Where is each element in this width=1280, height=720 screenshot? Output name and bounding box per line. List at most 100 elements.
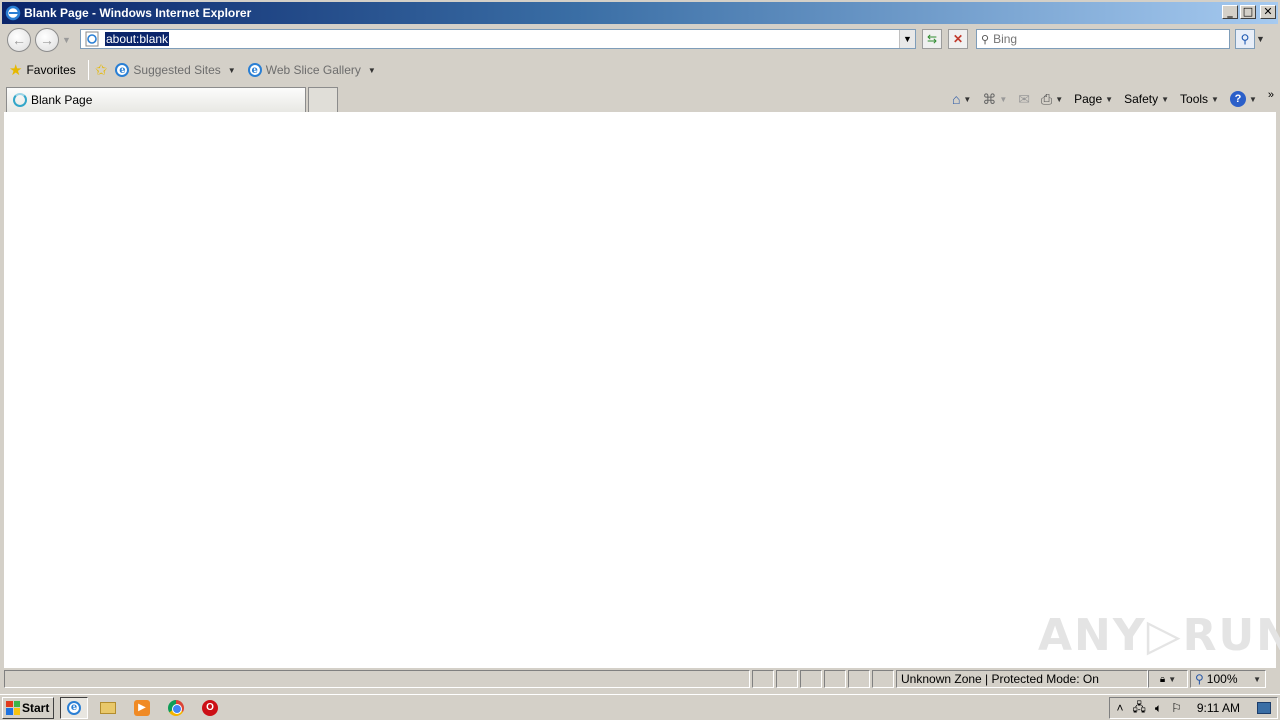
status-panel xyxy=(752,670,774,688)
chevron-down-icon: ▼ xyxy=(1248,94,1257,104)
chevron-down-icon: ▼ xyxy=(1161,94,1170,104)
status-panel xyxy=(776,670,798,688)
tab-row: Blank Page ⌂ ▼ ⌘ ▼ ✉ ⎙ ▼ Page ▼ Safety ▼… xyxy=(0,86,1280,112)
page-icon xyxy=(85,31,99,47)
suggested-sites-link[interactable]: e Suggested Sites ▼ xyxy=(115,63,236,77)
refresh-icon: ⇆ xyxy=(926,32,938,46)
chevron-down-icon: ▼ xyxy=(999,94,1008,104)
internet-explorer-icon: e xyxy=(67,700,81,715)
status-text-panel xyxy=(4,670,750,688)
stop-icon: ✕ xyxy=(952,32,964,46)
start-button[interactable]: Start xyxy=(2,696,54,719)
loading-spinner-icon xyxy=(13,93,27,107)
add-to-favorites-bar-button[interactable]: ✩ xyxy=(95,61,108,79)
status-panel xyxy=(824,670,846,688)
toolbar-separator xyxy=(87,60,89,80)
chrome-icon xyxy=(168,699,184,716)
page-menu-label: Page xyxy=(1074,92,1103,106)
stop-button[interactable]: ✕ xyxy=(948,29,968,49)
address-dropdown[interactable]: ▼ xyxy=(899,30,915,48)
chevron-down-icon: ▼ xyxy=(1253,674,1261,684)
favorites-label: Favorites xyxy=(26,63,76,77)
new-tab-button[interactable] xyxy=(308,87,338,112)
protected-mode-button[interactable]: 🔒︎ ▼ xyxy=(1148,670,1188,688)
search-input[interactable] xyxy=(993,32,1214,46)
media-player-icon: ▶ xyxy=(134,699,150,716)
clock[interactable]: 9:11 AM xyxy=(1197,701,1240,715)
chevron-down-icon: ▼ xyxy=(1168,674,1177,684)
search-box[interactable]: ⚲ xyxy=(976,29,1230,49)
maximize-button[interactable]: □ xyxy=(1240,5,1256,19)
ie-logo-icon xyxy=(5,5,21,21)
show-desktop-icon[interactable] xyxy=(1257,702,1271,714)
taskbar-media-player[interactable]: ▶ xyxy=(128,697,156,719)
back-arrow-icon: ← xyxy=(12,32,26,48)
zoom-magnifier-icon: ⚲ xyxy=(1195,672,1204,686)
show-hidden-icons-button[interactable]: ˄ xyxy=(1116,701,1123,715)
tab-label: Blank Page xyxy=(31,93,93,107)
address-input[interactable]: about:blank xyxy=(105,32,170,46)
recent-pages-dropdown[interactable]: ▼ xyxy=(62,35,72,45)
favorites-button[interactable]: ★ Favorites xyxy=(9,61,76,79)
print-button[interactable]: ⎙ ▼ xyxy=(1041,91,1063,108)
chevron-down-icon: ▼ xyxy=(1105,94,1114,104)
forward-arrow-icon: → xyxy=(40,32,54,48)
action-center-flag-icon[interactable]: ⚐ xyxy=(1171,701,1182,715)
security-lock-icon: 🔒︎ xyxy=(1159,673,1166,685)
tools-menu-label: Tools xyxy=(1180,92,1209,106)
web-slice-gallery-label: Web Slice Gallery xyxy=(265,63,361,77)
refresh-button[interactable]: ⇆ xyxy=(922,29,942,49)
search-options-dropdown[interactable]: ▼ xyxy=(1256,29,1268,49)
more-commands-chevron-icon[interactable]: » xyxy=(1268,89,1274,101)
taskbar-internet-explorer[interactable]: e xyxy=(60,696,88,719)
help-menu[interactable]: ? ▼ xyxy=(1229,91,1257,107)
chevron-down-icon: ▼ xyxy=(1211,94,1219,104)
add-favorite-star-icon: ✩ xyxy=(94,62,108,79)
folder-icon xyxy=(100,701,116,714)
command-bar: ⌂ ▼ ⌘ ▼ ✉ ⎙ ▼ Page ▼ Safety ▼ Tools ▼ ? … xyxy=(952,86,1280,112)
status-bar: Unknown Zone | Protected Mode: On 🔒︎ ▼ ⚲ … xyxy=(0,668,1280,690)
tools-menu[interactable]: Tools ▼ xyxy=(1180,92,1219,106)
system-tray: ˄ 🖧︎ 🔈︎ ⚐ 9:11 AM xyxy=(1109,697,1278,719)
safety-menu-label: Safety xyxy=(1124,92,1159,106)
home-icon: ⌂ xyxy=(951,91,961,107)
printer-icon: ⎙ xyxy=(1040,90,1053,107)
safety-menu[interactable]: Safety ▼ xyxy=(1124,92,1169,106)
zoom-level: 100% xyxy=(1206,672,1238,686)
status-panel xyxy=(800,670,822,688)
taskbar-chrome[interactable] xyxy=(162,697,190,719)
taskbar: Start e ▶ O ˄ 🖧︎ 🔈︎ ⚐ 9:11 AM xyxy=(0,694,1280,720)
minimize-button[interactable]: _ xyxy=(1222,5,1238,19)
taskbar-opera[interactable]: O xyxy=(196,697,224,719)
close-button[interactable]: ✕ xyxy=(1260,5,1276,19)
security-zone-text: Unknown Zone | Protected Mode: On xyxy=(896,670,1148,688)
help-icon: ? xyxy=(1229,91,1246,107)
chevron-down-icon: ▼ xyxy=(1055,94,1064,104)
page-content[interactable] xyxy=(4,112,1276,668)
opera-icon: O xyxy=(202,699,218,716)
favorites-bar: ★ Favorites ✩ e Suggested Sites ▼ e Web … xyxy=(0,58,1280,82)
address-bar[interactable]: about:blank ▼ xyxy=(80,29,916,49)
start-label: Start xyxy=(22,700,50,715)
back-button[interactable]: ← xyxy=(7,28,31,52)
web-slice-gallery-link[interactable]: e Web Slice Gallery ▼ xyxy=(247,63,376,77)
feeds-button[interactable]: ⌘ ▼ xyxy=(982,91,1007,108)
status-panel xyxy=(872,670,894,688)
search-button[interactable]: ⚲ xyxy=(1235,29,1255,49)
tab-blank-page[interactable]: Blank Page xyxy=(6,87,306,112)
navigation-bar: ← → ▼ about:blank ▼ ⇆ ✕ ⚲ ⚲ ▼ xyxy=(0,26,1280,54)
page-menu[interactable]: Page ▼ xyxy=(1074,92,1113,106)
network-icon[interactable]: 🖧︎ xyxy=(1133,698,1146,719)
zoom-button[interactable]: ⚲ 100% ▼ xyxy=(1190,670,1266,688)
chevron-down-icon: ▼ xyxy=(367,65,376,75)
star-icon: ★ xyxy=(9,62,23,79)
search-icon: ⚲ xyxy=(981,33,990,46)
windows-logo-icon xyxy=(6,700,20,715)
home-button[interactable]: ⌂ ▼ xyxy=(952,91,971,107)
taskbar-explorer[interactable] xyxy=(94,697,122,719)
ie-page-icon: e xyxy=(247,63,262,77)
read-mail-button[interactable]: ✉ xyxy=(1018,91,1030,108)
volume-icon[interactable]: 🔈︎ xyxy=(1155,701,1162,716)
mail-icon: ✉ xyxy=(1018,90,1030,107)
forward-button[interactable]: → xyxy=(35,28,59,52)
